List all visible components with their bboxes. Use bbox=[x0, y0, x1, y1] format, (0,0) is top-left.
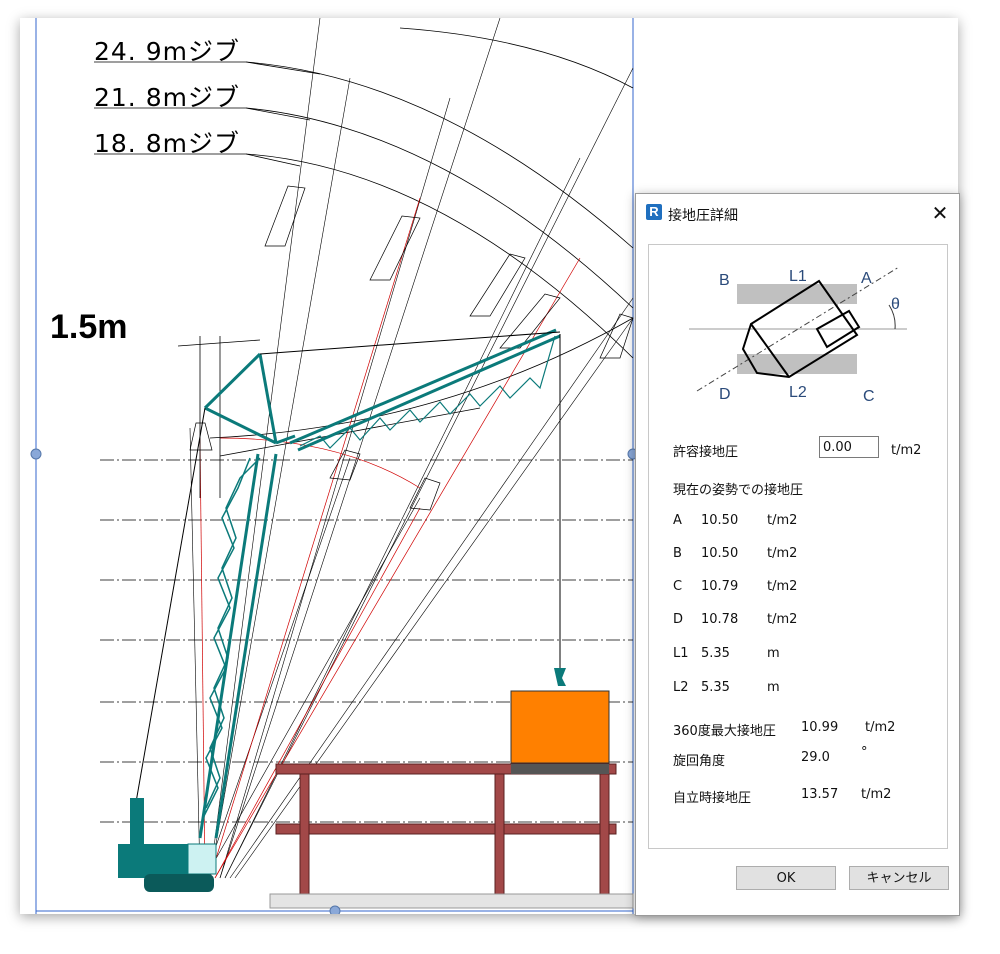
jib-label-24-9: 24. 9mジブ bbox=[94, 37, 240, 66]
dialog-title: 接地圧詳細 bbox=[668, 208, 738, 224]
ok-button[interactable]: OK bbox=[736, 866, 836, 890]
pressure-unit: t/m2 bbox=[767, 546, 798, 561]
pressure-name: C bbox=[673, 579, 683, 594]
length-unit: m bbox=[767, 680, 780, 695]
max-360-value: 10.99 bbox=[801, 720, 839, 735]
max-360-label: 360度最大接地圧 bbox=[673, 724, 776, 739]
pressure-value: 10.78 bbox=[701, 612, 739, 627]
label-D: D bbox=[719, 386, 731, 403]
label-C: C bbox=[863, 388, 875, 405]
allowable-unit: t/m2 bbox=[891, 443, 922, 458]
foundation bbox=[269, 893, 634, 909]
cancel-button[interactable]: キャンセル bbox=[849, 866, 949, 890]
jib-label-21-8: 21. 8mジブ bbox=[94, 83, 240, 112]
current-heading: 現在の姿勢での接地圧 bbox=[673, 483, 804, 498]
length-value: 5.35 bbox=[701, 646, 730, 661]
dimension-label: 1.5m bbox=[50, 308, 128, 346]
close-button[interactable]: ✕ bbox=[927, 200, 953, 226]
pressure-name: B bbox=[673, 546, 682, 561]
pressure-unit: t/m2 bbox=[767, 513, 798, 528]
label-B: B bbox=[719, 272, 730, 289]
length-unit: m bbox=[767, 646, 780, 661]
length-value: 5.35 bbox=[701, 680, 730, 695]
allowable-input[interactable]: 0.00 bbox=[819, 436, 879, 458]
max-360-unit: t/m2 bbox=[865, 720, 896, 735]
pressure-unit: t/m2 bbox=[767, 579, 798, 594]
standalone-unit: t/m2 bbox=[861, 787, 892, 802]
pressure-unit: t/m2 bbox=[767, 612, 798, 627]
allowable-label: 許容接地圧 bbox=[673, 445, 739, 460]
length-name: L2 bbox=[673, 680, 689, 695]
pressure-value: 10.50 bbox=[701, 513, 739, 528]
ground-pressure-dialog: R 接地圧詳細 ✕ B L1 A θ D L2 C 許容接地圧 0.00 t/m… bbox=[635, 193, 960, 916]
load-box bbox=[510, 690, 610, 764]
detail-panel: B L1 A θ D L2 C 許容接地圧 0.00 t/m2 現在の姿勢での接… bbox=[648, 244, 948, 849]
load-base bbox=[511, 764, 609, 774]
crane-mast bbox=[203, 352, 296, 445]
jib-label-18-8: 18. 8mジブ bbox=[94, 129, 240, 158]
swing-angle-value: 29.0 bbox=[801, 750, 830, 765]
length-name: L1 bbox=[673, 646, 689, 661]
view-handle-bottom bbox=[329, 905, 341, 914]
swing-angle-label: 旋回角度 bbox=[673, 754, 726, 769]
red-lines bbox=[199, 197, 581, 879]
pressure-name: D bbox=[673, 612, 684, 627]
steel-structure bbox=[275, 763, 617, 897]
dialog-titlebar[interactable]: R 接地圧詳細 ✕ bbox=[636, 194, 959, 232]
hook bbox=[554, 668, 566, 686]
standalone-label: 自立時接地圧 bbox=[673, 791, 752, 806]
dimension-1.5m bbox=[177, 336, 261, 498]
pendants bbox=[134, 331, 561, 809]
pressure-name: A bbox=[673, 513, 682, 528]
outrigger-diagram: B L1 A θ D L2 C bbox=[689, 266, 907, 405]
revit-app-icon: R bbox=[646, 204, 662, 220]
label-L2: L2 bbox=[789, 384, 807, 401]
crane-body bbox=[118, 798, 217, 892]
standalone-value: 13.57 bbox=[801, 787, 839, 802]
label-A: A bbox=[861, 270, 872, 287]
pressure-value: 10.50 bbox=[701, 546, 739, 561]
swing-angle-unit: ° bbox=[861, 745, 868, 760]
view-handle-left bbox=[30, 448, 42, 460]
pressure-value: 10.79 bbox=[701, 579, 739, 594]
crane-boom bbox=[198, 453, 278, 839]
label-L1: L1 bbox=[789, 268, 807, 285]
label-theta: θ bbox=[891, 296, 900, 313]
